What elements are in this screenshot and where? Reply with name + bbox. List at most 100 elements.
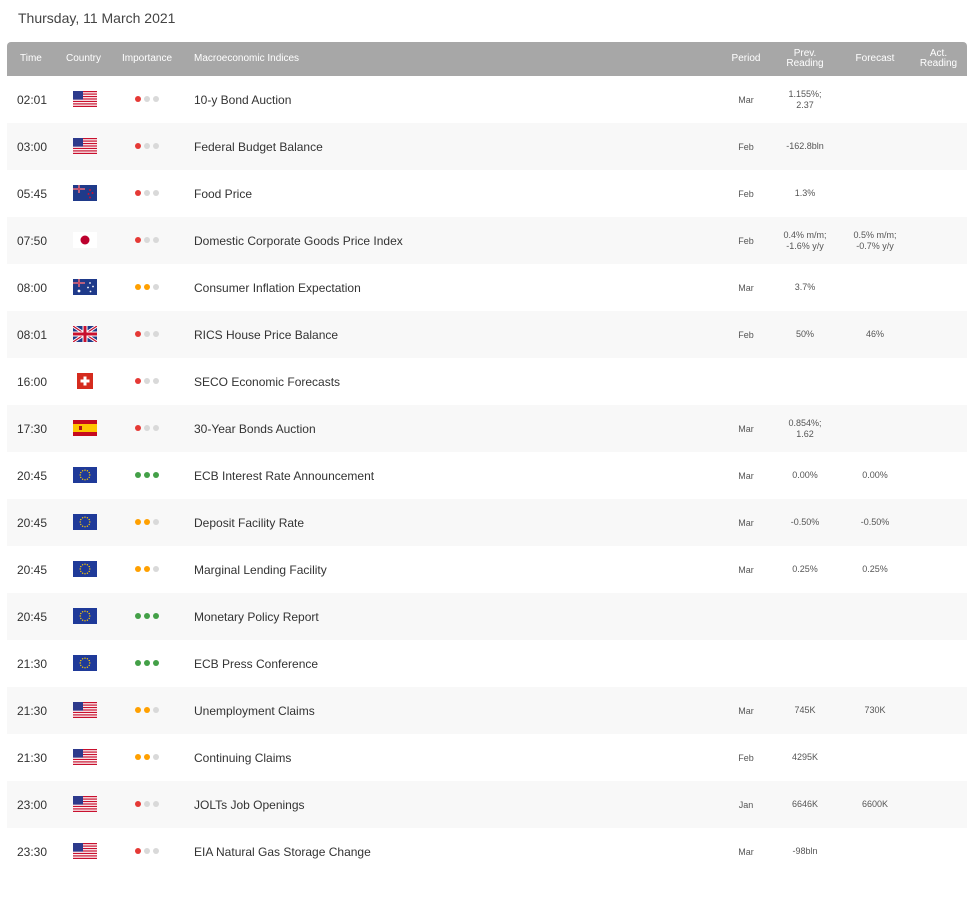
table-row[interactable]: 02:01 10-y Bond Auction Mar 1.155%; 2.37 (7, 76, 967, 123)
importance-dot (135, 331, 141, 337)
nz-flag-icon (73, 185, 97, 201)
previous-reading: 1.3% (794, 188, 816, 198)
importance-dot (144, 660, 150, 666)
event-period: Mar (738, 846, 754, 857)
actual-reading (910, 499, 967, 546)
event-time: 07:50 (17, 233, 48, 248)
previous-reading: 6646K (791, 799, 819, 809)
us-flag-icon (73, 702, 97, 718)
actual-reading (910, 593, 967, 640)
event-time: 23:30 (17, 844, 48, 859)
forecast-value (840, 828, 910, 875)
importance-dot (153, 472, 159, 478)
es-flag-icon (73, 420, 97, 436)
table-row[interactable]: 20:45 Deposit Facility Rate Mar -0.50% -0.5… (7, 499, 967, 546)
importance-dot (144, 801, 150, 807)
indicator-name: JOLTs Job Openings (194, 797, 305, 812)
importance-dot (153, 519, 159, 525)
indicator-name: 30-Year Bonds Auction (194, 421, 316, 436)
indicator-name: ECB Interest Rate Announcement (194, 468, 375, 483)
importance-dot (153, 660, 159, 666)
importance-dot (153, 613, 159, 619)
importance-indicator (135, 425, 159, 431)
table-row[interactable]: 20:45 Monetary Policy Report (7, 593, 967, 640)
table-row[interactable]: 17:30 30-Year Bonds Auction Mar 0.854%; 1.… (7, 405, 967, 452)
indicator-name: Consumer Inflation Expectation (194, 280, 361, 295)
importance-dot (144, 143, 150, 149)
importance-dot (144, 237, 150, 243)
event-period (722, 640, 770, 687)
previous-reading: -0.50% (790, 517, 820, 527)
event-period: Jan (738, 799, 754, 810)
table-row[interactable]: 08:00 Consumer Inflation Expectation Mar 3… (7, 264, 967, 311)
event-time: 23:00 (17, 797, 48, 812)
previous-reading: 0.00% (792, 470, 818, 480)
event-time: 21:30 (17, 656, 48, 671)
event-time: 20:45 (17, 609, 48, 624)
us-flag-icon (73, 138, 97, 154)
importance-dot (153, 378, 159, 384)
header-actual: Act. Reading (919, 48, 958, 69)
importance-indicator (135, 801, 159, 807)
previous-reading: 50% (795, 329, 814, 339)
economic-calendar-table: Time Country Importance Macroeconomic In… (7, 42, 967, 875)
importance-indicator (135, 237, 159, 243)
forecast-value (840, 170, 910, 217)
table-row[interactable]: 20:45 ECB Interest Rate Announcement Mar 0… (7, 452, 967, 499)
event-period: Mar (738, 564, 754, 575)
actual-reading (910, 828, 967, 875)
table-row[interactable]: 05:45 Food Price Feb 1.3% (7, 170, 967, 217)
ch-flag-icon (73, 373, 97, 389)
importance-dot (144, 284, 150, 290)
importance-dot (135, 801, 141, 807)
table-row[interactable]: 07:50 Domestic Corporate Goods Price Ind… (7, 217, 967, 264)
table-row[interactable]: 21:30 Continuing Claims Feb 4295K (7, 734, 967, 781)
importance-dot (144, 707, 150, 713)
event-time: 20:45 (17, 468, 48, 483)
forecast-value (840, 734, 910, 781)
importance-indicator (135, 519, 159, 525)
importance-indicator (135, 96, 159, 102)
actual-reading (910, 123, 967, 170)
previous-reading: 0.4% m/m; -1.6% y/y (783, 229, 827, 251)
us-flag-icon (73, 843, 97, 859)
indicator-name: Federal Budget Balance (194, 139, 323, 154)
event-period: Feb (738, 752, 754, 763)
actual-reading (910, 734, 967, 781)
event-period: Feb (738, 235, 754, 246)
event-time: 08:01 (17, 327, 48, 342)
importance-dot (135, 848, 141, 854)
importance-dot (135, 660, 141, 666)
importance-indicator (135, 566, 159, 572)
importance-dot (135, 190, 141, 196)
importance-dot (153, 237, 159, 243)
table-row[interactable]: 21:30 ECB Press Conference (7, 640, 967, 687)
forecast-value (840, 264, 910, 311)
importance-dot (153, 801, 159, 807)
event-period: Mar (738, 705, 754, 716)
event-period: Mar (738, 423, 754, 434)
eu-flag-icon (73, 655, 97, 671)
importance-dot (153, 707, 159, 713)
forecast-value (840, 76, 910, 123)
importance-dot (153, 96, 159, 102)
jp-flag-icon (73, 232, 97, 248)
event-time: 21:30 (17, 750, 48, 765)
importance-dot (144, 425, 150, 431)
table-row[interactable]: 08:01 RICS House Price Balance Feb 50% 46% (7, 311, 967, 358)
table-row[interactable]: 03:00 Federal Budget Balance Feb -162.8bln (7, 123, 967, 170)
importance-dot (135, 143, 141, 149)
table-row[interactable]: 21:30 Unemployment Claims Mar 745K 730K (7, 687, 967, 734)
importance-dot (135, 96, 141, 102)
previous-reading: 745K (794, 705, 816, 715)
forecast-value (840, 640, 910, 687)
event-period: Mar (738, 517, 754, 528)
previous-reading: -98bln (792, 846, 818, 856)
indicator-name: Domestic Corporate Goods Price Index (194, 233, 403, 248)
header-period: Period (731, 53, 761, 64)
table-row[interactable]: 23:00 JOLTs Job Openings Jan 6646K 6600K (7, 781, 967, 828)
table-row[interactable]: 20:45 Marginal Lending Facility Mar 0.25% 0… (7, 546, 967, 593)
table-row[interactable]: 23:30 EIA Natural Gas Storage Change Mar -… (7, 828, 967, 875)
event-time: 08:00 (17, 280, 48, 295)
table-row[interactable]: 16:00 SECO Economic Forecasts (7, 358, 967, 405)
